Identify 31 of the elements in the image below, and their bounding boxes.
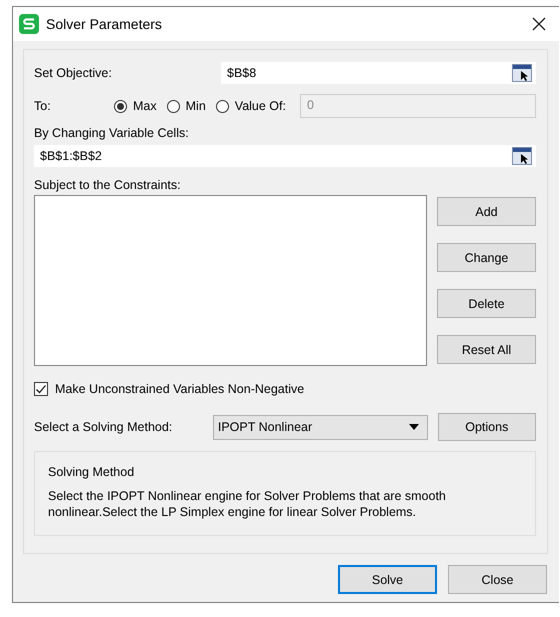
field-label: To:: [34, 99, 52, 113]
variable-cells-field[interactable]: $B$1:$B$2: [34, 145, 536, 167]
radio-circle[interactable]: [216, 100, 229, 112]
caret-icon: [408, 424, 419, 430]
range-select-icon[interactable]: [512, 64, 532, 82]
field-label: Set Objective:: [34, 66, 113, 80]
checkbox-label: Make Unconstrained Variables Non-Negative: [55, 382, 304, 396]
solving-method-dropdown[interactable]: IPOPT Nonlinear: [212, 414, 428, 440]
radio-circle[interactable]: [114, 100, 127, 112]
dialog-button[interactable]: Solve: [338, 565, 437, 594]
description-text: Select the IPOPT Nonlinear engine for Solver Problems that are smooth nonlinear.Select the LP Simplex engine for linear Solver Problems.: [48, 488, 447, 520]
objective-field[interactable]: $B$8: [221, 62, 536, 84]
constraint-button[interactable]: Add: [437, 197, 536, 226]
radio-button[interactable]: Min: [166, 99, 206, 113]
radio-button[interactable]: Max: [114, 99, 157, 113]
close-icon[interactable]: [532, 17, 546, 31]
constraint-button[interactable]: Change: [437, 243, 536, 272]
radio-button[interactable]: Value Of:: [216, 99, 286, 113]
checkbox[interactable]: [34, 382, 48, 396]
dialog-button[interactable]: Close: [448, 565, 547, 594]
field-label: Select a Solving Method:: [34, 420, 174, 434]
field-label: By Changing Variable Cells:: [34, 126, 190, 140]
constraint-button[interactable]: Reset All: [437, 335, 536, 364]
field-label: Subject to the Constraints:: [34, 178, 182, 192]
window-title: Solver Parameters: [46, 16, 163, 32]
range-select-icon[interactable]: [512, 147, 532, 165]
group-title: Solving Method: [48, 465, 136, 479]
constraint-button[interactable]: Delete: [437, 289, 536, 318]
radio-circle[interactable]: [166, 100, 180, 112]
options-button[interactable]: Options: [438, 413, 536, 441]
app-logo-icon: [19, 14, 39, 34]
